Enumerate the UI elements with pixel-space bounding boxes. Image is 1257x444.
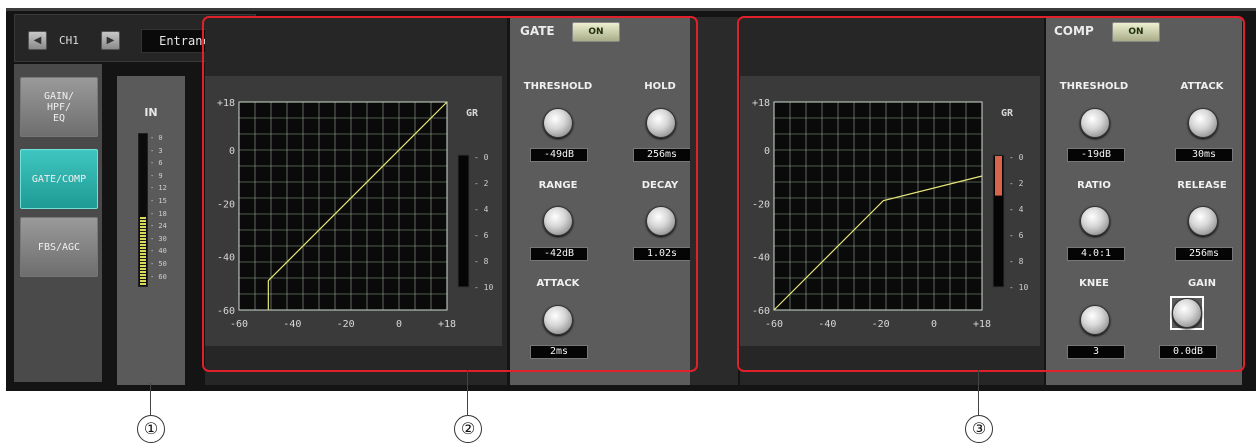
meter-scale-label: - 40: [150, 247, 167, 256]
section-tabs: GAIN/ HPF/ EQ GATE/COMP FBS/AGC: [14, 64, 102, 382]
meter-scale-label: - 50: [150, 260, 167, 268]
meter-scale-label: - 60: [150, 272, 167, 281]
top-border: [6, 8, 1256, 11]
next-channel-button[interactable]: ▶: [101, 31, 120, 50]
meter-scale-label: - 24: [150, 222, 167, 231]
input-meter-panel: IN - 0 - 3 - 6 - 9 - 12 - 15 - 18 - 24 - 30 - 40 -…: [117, 76, 185, 385]
callout-2-line: [467, 370, 468, 415]
meter-scale-label: - 15: [150, 197, 167, 205]
meter-title: IN: [144, 106, 158, 119]
callout-1-line: [150, 383, 151, 415]
callout-2: ②: [454, 415, 482, 443]
tab-fbs-agc[interactable]: FBS/AGC: [20, 217, 98, 277]
meter-scale-label: - 30: [150, 234, 167, 243]
comp-highlight-box: [737, 16, 1245, 372]
callout-1: ①: [137, 415, 165, 443]
meter-scale-label: - 18: [150, 209, 167, 218]
meter-scale-label: - 9: [150, 171, 163, 180]
tab-gain-hpf-eq[interactable]: GAIN/ HPF/ EQ: [20, 77, 98, 137]
channel-label: CH1: [59, 34, 79, 47]
meter-scale-label: - 3: [150, 146, 163, 155]
meter-scale-label: - 12: [150, 184, 167, 193]
gate-highlight-box: [202, 16, 698, 372]
callout-3-line: [978, 370, 979, 415]
meter-scale-label: - 0: [150, 134, 163, 142]
meter-scale-label: - 6: [150, 159, 163, 168]
arrow-right-icon: ▶: [106, 35, 115, 46]
meter-level-fill: [140, 217, 146, 285]
tab-gate-comp[interactable]: GATE/COMP: [20, 149, 98, 209]
arrow-left-icon: ◀: [33, 35, 42, 46]
input-level-meter: [138, 133, 148, 287]
callout-3: ③: [965, 415, 993, 443]
prev-channel-button[interactable]: ◀: [28, 31, 47, 50]
